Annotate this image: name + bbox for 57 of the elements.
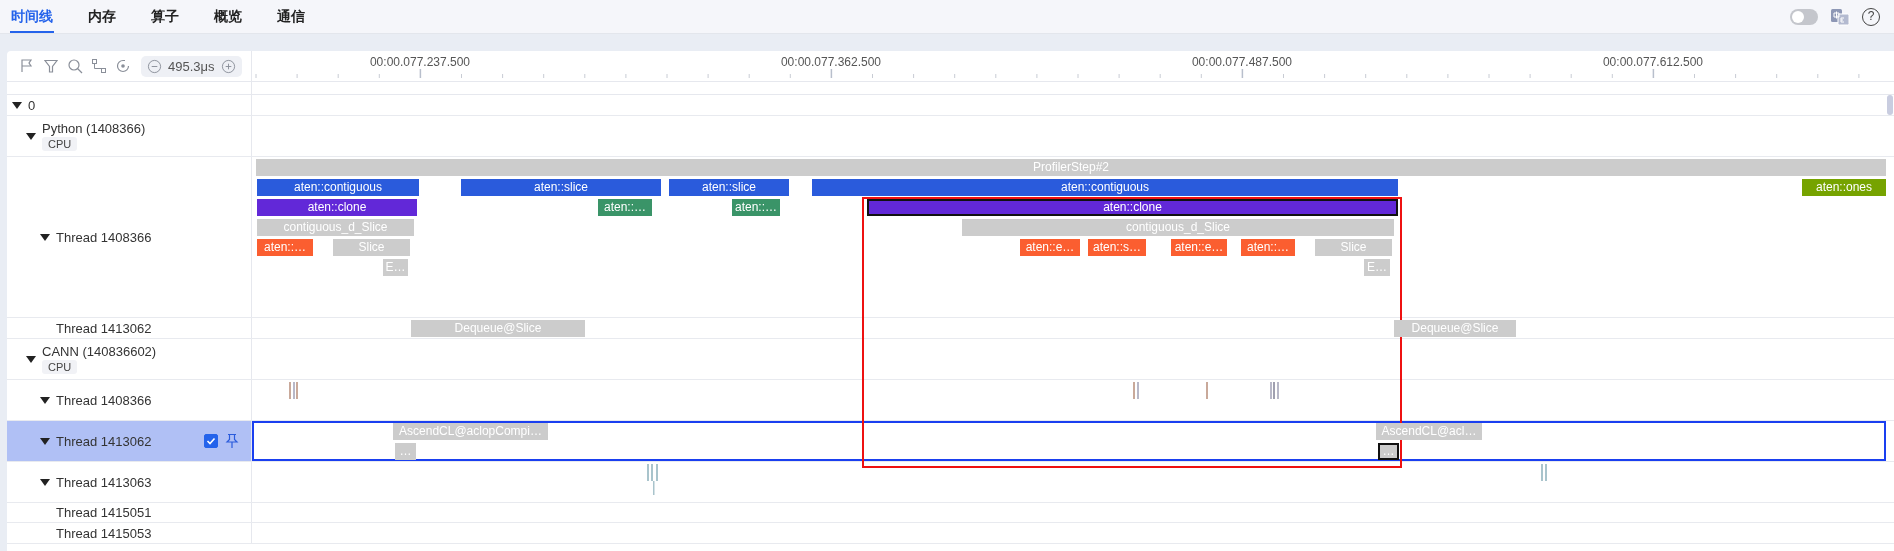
zoom-value: 495.3μs bbox=[168, 58, 215, 74]
scrollbar[interactable] bbox=[1887, 95, 1893, 115]
trace-slice[interactable]: … bbox=[1378, 443, 1399, 460]
thread-label: Thread 1415051 bbox=[56, 505, 152, 520]
caret-icon[interactable] bbox=[40, 233, 50, 241]
cpu-badge: CPU bbox=[42, 360, 78, 374]
trace-slice[interactable]: aten::… bbox=[598, 199, 652, 216]
trace-slice[interactable]: … bbox=[395, 443, 416, 460]
trace-slice[interactable]: aten::e… bbox=[1020, 239, 1080, 256]
trace-slice[interactable]: aten::… bbox=[1241, 239, 1295, 256]
search-icon[interactable] bbox=[67, 58, 83, 74]
trace-slice[interactable]: aten::slice bbox=[669, 179, 789, 196]
trace-slice[interactable]: aten::clone bbox=[257, 199, 417, 216]
zoom-out-icon[interactable] bbox=[147, 58, 162, 74]
zoom-in-icon[interactable] bbox=[220, 58, 236, 74]
view-tab[interactable]: 时间线 bbox=[10, 0, 54, 33]
thread-label: Thread 1408366 bbox=[56, 229, 152, 245]
checkbox[interactable] bbox=[204, 434, 218, 448]
toggle-switch[interactable] bbox=[1790, 8, 1818, 25]
caret-icon[interactable] bbox=[12, 101, 22, 109]
time-label: 00:00.077.362.500 bbox=[780, 55, 882, 69]
thread-label: Thread 1408366 bbox=[56, 392, 152, 408]
trace-slice[interactable]: aten::… bbox=[732, 199, 780, 216]
view-tab[interactable]: 概览 bbox=[213, 0, 243, 33]
time-label: 00:00.077.612.500 bbox=[1602, 55, 1704, 69]
time-label: 00:00.077.487.500 bbox=[1191, 55, 1293, 69]
view-tab[interactable]: 内存 bbox=[87, 0, 117, 33]
trace-slice[interactable]: aten::slice bbox=[461, 179, 661, 196]
view-tab[interactable]: 通信 bbox=[276, 0, 306, 33]
language-icon[interactable] bbox=[1830, 7, 1850, 26]
cpu-badge: CPU bbox=[42, 137, 78, 151]
trace-slice[interactable]: aten::contiguous bbox=[812, 179, 1398, 196]
process-label: Python (1408366) bbox=[42, 121, 146, 136]
caret-icon[interactable] bbox=[40, 478, 50, 486]
process-label: CANN (140836602) bbox=[42, 344, 157, 359]
pin-icon[interactable] bbox=[225, 433, 239, 449]
trace-slice[interactable]: aten::contiguous bbox=[257, 179, 419, 196]
filter-icon[interactable] bbox=[43, 58, 59, 74]
flag-icon[interactable] bbox=[19, 58, 35, 74]
time-label: 00:00.077.237.500 bbox=[369, 55, 471, 69]
caret-icon[interactable] bbox=[40, 437, 50, 445]
thread-label: Thread 1413062 bbox=[56, 433, 152, 449]
trace-slice[interactable]: aten::clone bbox=[867, 199, 1398, 216]
trace-slice[interactable]: aten::e… bbox=[1171, 239, 1227, 256]
thread-label: Thread 1413062 bbox=[56, 320, 152, 336]
thread-label: Thread 1415053 bbox=[56, 525, 152, 541]
checkmark-icon bbox=[205, 435, 217, 447]
thread-label: Thread 1413063 bbox=[56, 474, 152, 490]
reset-icon[interactable] bbox=[115, 58, 131, 74]
selected-thread-row[interactable]: Thread 1413062 bbox=[7, 421, 252, 461]
trace-slice[interactable]: aten::ones bbox=[1802, 179, 1886, 196]
connection-icon[interactable] bbox=[91, 58, 107, 74]
trace-slice[interactable]: aten::s… bbox=[1088, 239, 1146, 256]
trace-slice[interactable]: aten::… bbox=[257, 239, 313, 256]
group-label: 0 bbox=[28, 97, 36, 113]
view-tab[interactable]: 算子 bbox=[150, 0, 180, 33]
caret-icon[interactable] bbox=[40, 396, 50, 404]
